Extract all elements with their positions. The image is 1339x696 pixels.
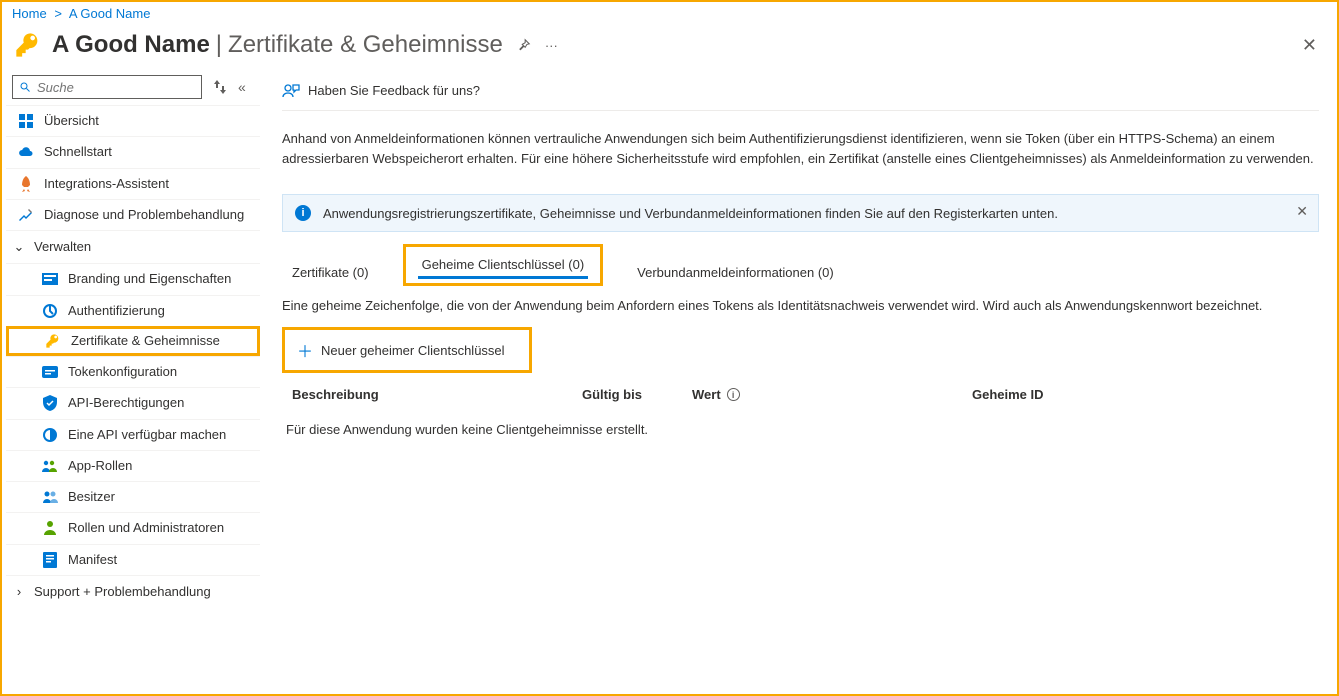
chevron-down-icon: ⌄ [12, 239, 26, 255]
key-icon [12, 29, 44, 61]
page-title: Zertifikate & Geheimnisse [228, 31, 503, 59]
empty-state-message: Für diese Anwendung wurden keine Clientg… [282, 408, 1319, 451]
sidebar-item-label: Zertifikate & Geheimnisse [71, 333, 220, 349]
sidebar-item-roles[interactable]: Rollen und Administratoren [6, 512, 260, 543]
sidebar-section-support[interactable]: › Support + Problembehandlung [6, 575, 260, 608]
sidebar-item-label: Manifest [68, 552, 117, 568]
search-icon [19, 81, 31, 93]
sidebar-item-label: Integrations-Assistent [44, 176, 169, 192]
chevron-right-icon: > [54, 6, 62, 21]
key-small-icon [45, 333, 61, 349]
sidebar-item-certs[interactable]: Zertifikate & Geheimnisse [6, 326, 260, 356]
tab-federated[interactable]: Verbundanmeldeinformationen (0) [633, 255, 838, 286]
title-divider: | [216, 31, 222, 59]
sidebar-item-label: Authentifizierung [68, 303, 165, 319]
tab-description: Eine geheime Zeichenfolge, die von der A… [282, 298, 1319, 313]
sidebar-item-label: Besitzer [68, 489, 115, 505]
sort-icon[interactable] [214, 80, 226, 94]
manifest-icon [42, 552, 58, 568]
toolbar: Haben Sie Feedback für uns? [282, 71, 1319, 111]
rocket-icon [18, 176, 34, 192]
sidebar-item-apiperms[interactable]: API-Berechtigungen [6, 387, 260, 418]
main-content: Haben Sie Feedback für uns? Anhand von A… [264, 71, 1337, 693]
sidebar-item-label: Branding und Eigenschaften [68, 271, 231, 287]
sidebar-item-label: Tokenkonfiguration [68, 364, 177, 380]
sidebar-item-manifest[interactable]: Manifest [6, 544, 260, 575]
breadcrumb-home[interactable]: Home [12, 6, 47, 21]
roles-icon [42, 520, 58, 536]
sidebar-section-verwalten[interactable]: ⌄ Verwalten [6, 230, 260, 263]
feedback-button[interactable]: Haben Sie Feedback für uns? [282, 83, 480, 99]
plus-icon: ＋ [297, 338, 313, 362]
sidebar-item-label: App-Rollen [68, 458, 132, 474]
owners-icon [42, 489, 58, 505]
search-input[interactable] [37, 80, 195, 95]
sidebar-item-auth[interactable]: Authentifizierung [6, 295, 260, 326]
sidebar-item-branding[interactable]: Branding und Eigenschaften [6, 263, 260, 294]
breadcrumb: Home > A Good Name [2, 2, 1337, 25]
app-name: A Good Name [52, 31, 210, 59]
col-description: Beschreibung [292, 387, 582, 402]
breadcrumb-app[interactable]: A Good Name [69, 6, 151, 21]
new-secret-label: Neuer geheimer Clientschlüssel [321, 343, 505, 358]
feedback-label: Haben Sie Feedback für uns? [308, 83, 480, 98]
tabs: Zertifikate (0) Geheime Clientschlüssel … [282, 244, 1319, 286]
col-value: Wert i [692, 387, 972, 402]
collapse-sidebar-icon[interactable]: « [238, 79, 246, 95]
col-value-label: Wert [692, 387, 721, 402]
sidebar-item-diagnose[interactable]: Diagnose und Problembehandlung [6, 199, 260, 230]
info-text: Anwendungsregistrierungszertifikate, Geh… [323, 206, 1058, 221]
chevron-right-icon: › [12, 584, 26, 599]
feedback-icon [282, 83, 300, 99]
close-icon[interactable]: ✕ [1302, 35, 1317, 56]
sidebar-item-owners[interactable]: Besitzer [6, 481, 260, 512]
table-header: Beschreibung Gültig bis Wert i Geheime I… [282, 381, 1319, 408]
sidebar-item-approles[interactable]: App-Rollen [6, 450, 260, 481]
sidebar-item-quickstart[interactable]: Schnellstart [6, 136, 260, 167]
sidebar-section-label: Support + Problembehandlung [34, 584, 211, 600]
info-tooltip-icon[interactable]: i [727, 388, 740, 401]
tab-client-secrets[interactable]: Geheime Clientschlüssel (0) [418, 251, 589, 279]
highlight-box-new-secret: ＋ Neuer geheimer Clientschlüssel [282, 327, 532, 373]
sidebar-section-label: Verwalten [34, 239, 91, 255]
close-info-icon[interactable]: ✕ [1296, 203, 1308, 220]
auth-icon [42, 303, 58, 319]
highlight-box-tab: Geheime Clientschlüssel (0) [403, 244, 604, 286]
approles-icon [42, 458, 58, 474]
pin-icon[interactable] [517, 38, 531, 52]
diagnose-icon [18, 207, 34, 223]
sidebar-item-label: Eine API verfügbar machen [68, 427, 226, 443]
col-expires: Gültig bis [582, 387, 692, 402]
info-banner: i Anwendungsregistrierungszertifikate, G… [282, 194, 1319, 232]
sidebar: « Übersicht Schnellstart Integrations-As… [2, 71, 264, 693]
sidebar-item-integration[interactable]: Integrations-Assistent [6, 168, 260, 199]
secrets-table: Beschreibung Gültig bis Wert i Geheime I… [282, 381, 1319, 451]
sidebar-item-token[interactable]: Tokenkonfiguration [6, 356, 260, 387]
sidebar-item-label: Diagnose und Problembehandlung [44, 207, 244, 223]
new-client-secret-button[interactable]: ＋ Neuer geheimer Clientschlüssel [289, 334, 513, 366]
sidebar-item-exposeapi[interactable]: Eine API verfügbar machen [6, 419, 260, 450]
tab-certificates[interactable]: Zertifikate (0) [288, 255, 373, 286]
sidebar-item-label: Rollen und Administratoren [68, 520, 224, 536]
description-text: Anhand von Anmeldeinformationen können v… [282, 111, 1319, 168]
sidebar-item-label: Übersicht [44, 113, 99, 129]
col-secret-id: Geheime ID [972, 387, 1309, 402]
more-icon[interactable]: ··· [545, 38, 558, 53]
sidebar-item-overview[interactable]: Übersicht [6, 105, 260, 136]
sidebar-item-label: Schnellstart [44, 144, 112, 160]
sidebar-item-label: API-Berechtigungen [68, 395, 184, 411]
search-input-wrap[interactable] [12, 75, 202, 99]
info-icon: i [295, 205, 311, 221]
cloud-icon [18, 144, 34, 160]
token-icon [42, 364, 58, 380]
shield-check-icon [42, 395, 58, 411]
branding-icon [42, 271, 58, 287]
overview-icon [18, 113, 34, 129]
expose-api-icon [42, 427, 58, 443]
page-header: A Good Name | Zertifikate & Geheimnisse … [2, 25, 1337, 71]
